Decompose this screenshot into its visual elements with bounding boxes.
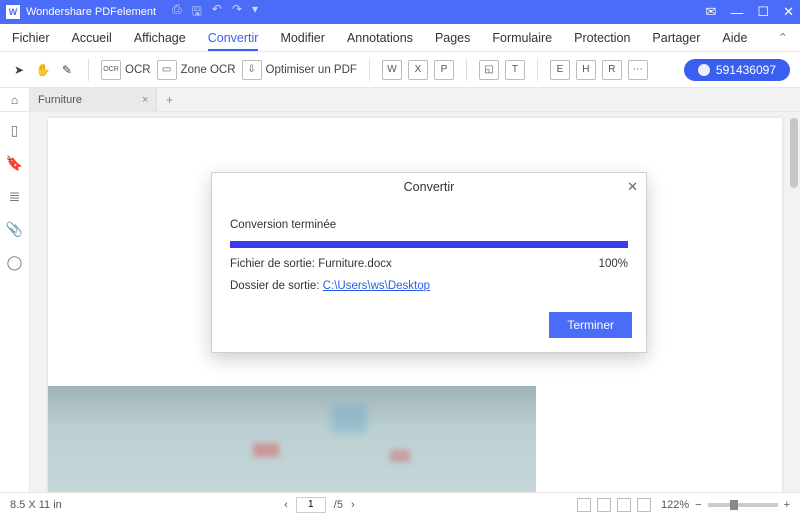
to-rtf-icon[interactable]: R [602,60,622,80]
dialog-title: Convertir [404,180,455,194]
view-continuous-icon[interactable] [597,498,611,512]
zoom-out-icon[interactable]: − [695,499,701,511]
progress-bar [230,241,628,248]
optimize-icon: ⇩ [242,60,262,80]
output-folder-link[interactable]: C:\Users\ws\Desktop [323,280,430,292]
output-file-line: Fichier de sortie: Furniture.docx [230,258,392,270]
dialog-close-icon[interactable]: ✕ [627,179,638,195]
optimize-pdf-button[interactable]: ⇩ Optimiser un PDF [242,60,357,80]
menu-affichage[interactable]: Affichage [134,31,186,45]
page-size-label: 8.5 X 11 in [10,499,62,511]
ribbon-toolbar: ➤ ✋ ✎ OCR OCR ▭ Zone OCR ⇩ Optimiser un … [0,52,800,88]
ocr-button[interactable]: OCR OCR [101,60,151,80]
to-epub-icon[interactable]: E [550,60,570,80]
thumbnails-icon[interactable]: ▯ [11,122,19,139]
page-image-content [48,386,536,492]
to-excel-icon[interactable]: X [408,60,428,80]
avatar-icon [698,64,710,76]
document-tab-label: Furniture [38,94,82,106]
left-sidebar: ▯ 🔖 ≣ 📎 ◯ [0,112,30,492]
quick-access-toolbar: ⎙ 🖫 ↶ ↷ ▾ [172,2,258,23]
ribbon-collapse-icon[interactable]: ⌃ [778,30,788,45]
comments-icon[interactable]: ≣ [9,188,21,205]
to-html-icon[interactable]: H [576,60,596,80]
output-folder-label: Dossier de sortie: [230,280,319,292]
to-word-icon[interactable]: W [382,60,402,80]
prev-page-icon[interactable]: ‹ [284,499,288,511]
zoom-slider[interactable] [708,503,778,507]
menu-modifier[interactable]: Modifier [280,31,324,45]
ocr-label: OCR [125,64,151,76]
redo-icon[interactable]: ↷ [232,2,242,23]
save-icon[interactable]: 🖫 [192,2,202,23]
progress-percent: 100% [599,258,628,270]
minimize-icon[interactable]: — [730,5,743,20]
menu-aide[interactable]: Aide [722,31,747,45]
tab-close-icon[interactable]: × [142,94,148,106]
page-total: /5 [334,499,343,511]
view-single-icon[interactable] [577,498,591,512]
convert-dialog: Convertir ✕ Conversion terminée Fichier … [211,172,647,353]
undo-icon[interactable]: ↶ [212,2,222,23]
output-file-value: Furniture.docx [318,258,392,270]
view-mode-group [577,498,651,512]
statusbar: 8.5 X 11 in ‹ /5 › 122% − + [0,492,800,516]
home-tab-icon[interactable]: ⌂ [0,88,30,111]
vertical-scrollbar[interactable] [790,118,798,188]
document-tabs: ⌂ Furniture × + [0,88,800,112]
menu-pages[interactable]: Pages [435,31,470,45]
zoom-controls: 122% − + [661,499,790,511]
to-ppt-icon[interactable]: P [434,60,454,80]
account-pill[interactable]: 591436097 [684,59,790,81]
dialog-titlebar: Convertir ✕ [212,173,646,201]
select-tool-icon[interactable]: ➤ [10,61,28,79]
account-id: 591436097 [716,63,776,77]
menu-annotations[interactable]: Annotations [347,31,413,45]
menu-formulaire[interactable]: Formulaire [492,31,552,45]
menu-partager[interactable]: Partager [652,31,700,45]
to-image-icon[interactable]: ◱ [479,60,499,80]
titlebar: W Wondershare PDFelement ⎙ 🖫 ↶ ↷ ▾ ✉ — ☐… [0,0,800,24]
attachments-icon[interactable]: 📎 [6,221,23,238]
menubar: Fichier Accueil Affichage Convertir Modi… [0,24,800,52]
to-text-icon[interactable]: T [505,60,525,80]
app-logo-icon: W [6,5,20,19]
zoom-in-icon[interactable]: + [784,499,790,511]
mail-icon[interactable]: ✉ [706,4,717,20]
print-icon[interactable]: ⎙ [172,2,182,23]
close-window-icon[interactable]: ✕ [783,4,794,20]
zone-ocr-label: Zone OCR [181,64,236,76]
conversion-status: Conversion terminée [230,219,628,231]
document-tab[interactable]: Furniture × [30,88,157,111]
hand-tool-icon[interactable]: ✋ [34,61,52,79]
optimize-label: Optimiser un PDF [266,64,357,76]
view-two-page-icon[interactable] [617,498,631,512]
finish-button[interactable]: Terminer [549,312,632,338]
zoom-value: 122% [661,499,689,511]
maximize-icon[interactable]: ☐ [757,4,769,20]
menu-accueil[interactable]: Accueil [72,31,112,45]
edit-tool-icon[interactable]: ✎ [58,61,76,79]
bookmarks-icon[interactable]: 🔖 [6,155,23,172]
ocr-icon: OCR [101,60,121,80]
qat-dropdown-icon[interactable]: ▾ [252,2,258,23]
view-two-continuous-icon[interactable] [637,498,651,512]
zone-ocr-icon: ▭ [157,60,177,80]
zone-ocr-button[interactable]: ▭ Zone OCR [157,60,236,80]
next-page-icon[interactable]: › [351,499,355,511]
menu-protection[interactable]: Protection [574,31,630,45]
to-other-icon[interactable]: ⋯ [628,60,648,80]
output-file-label: Fichier de sortie: [230,258,315,270]
menu-fichier[interactable]: Fichier [12,31,50,45]
menu-convertir[interactable]: Convertir [208,31,259,51]
app-title: Wondershare PDFelement [26,6,156,18]
page-number-input[interactable] [296,497,326,513]
search-panel-icon[interactable]: ◯ [7,254,23,271]
new-tab-icon[interactable]: + [157,88,181,111]
window-controls: ✉ — ☐ ✕ [706,4,794,20]
